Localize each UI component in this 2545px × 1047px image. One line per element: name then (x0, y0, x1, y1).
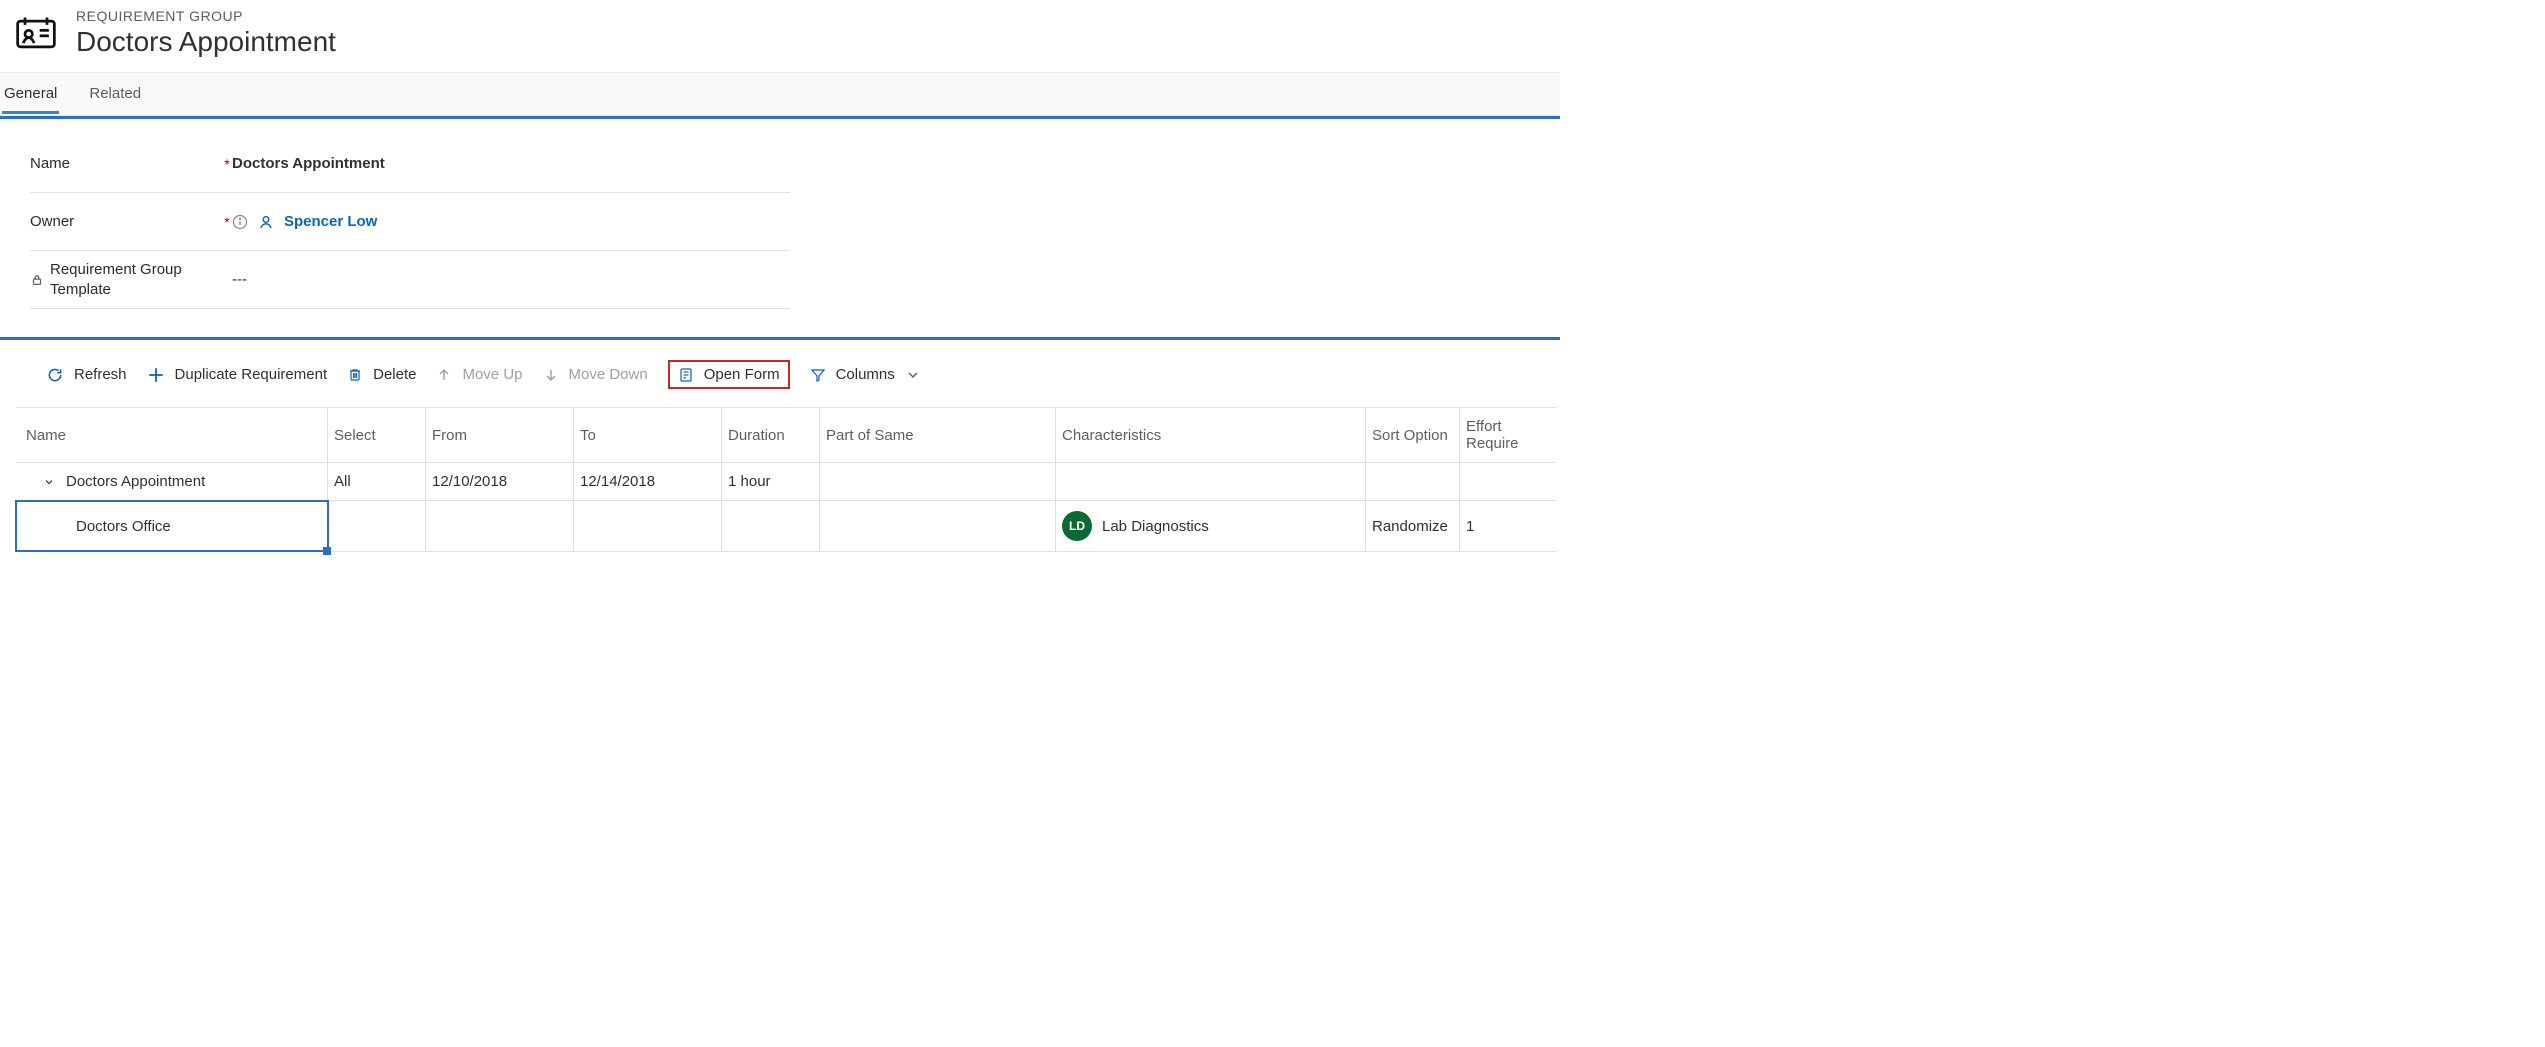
open-form-label: Open Form (704, 366, 780, 383)
cell-duration[interactable] (722, 501, 820, 551)
refresh-button[interactable]: Refresh (46, 366, 127, 384)
row-name: Doctors Office (76, 518, 171, 535)
row-name: Doctors Appointment (66, 473, 205, 490)
col-part-of-same[interactable]: Part of Same (820, 408, 1056, 462)
col-from[interactable]: From (426, 408, 574, 462)
col-sort-option[interactable]: Sort Option (1366, 408, 1460, 462)
required-indicator: * (222, 156, 232, 172)
cell-from[interactable] (426, 501, 574, 551)
lock-icon (30, 273, 44, 287)
move-down-label: Move Down (569, 366, 648, 383)
field-owner: Owner * Spencer Low (30, 193, 790, 251)
characteristic-value: Lab Diagnostics (1102, 518, 1209, 535)
tab-general[interactable]: General (2, 75, 59, 114)
cell-characteristics[interactable]: LD Lab Diagnostics (1056, 501, 1366, 551)
page-title: Doctors Appointment (76, 26, 336, 58)
grid-header-row: Name Select From To Duration Part of Sam… (16, 408, 1556, 463)
cell-name-selected[interactable]: Doctors Office (16, 501, 328, 551)
template-label: Requirement Group Template (50, 260, 222, 299)
info-icon (232, 214, 248, 230)
grid-row[interactable]: Doctors Appointment All 12/10/2018 12/14… (16, 463, 1556, 501)
cell-sort[interactable] (1366, 463, 1460, 500)
grid-row[interactable]: Doctors Office LD Lab Diagnostics Random… (16, 501, 1556, 552)
required-indicator: * (222, 214, 232, 230)
avatar: LD (1062, 511, 1092, 541)
duplicate-button[interactable]: Duplicate Requirement (147, 366, 328, 384)
field-template: Requirement Group Template --- (30, 251, 790, 309)
columns-label: Columns (836, 366, 895, 383)
cell-part-of-same[interactable] (820, 463, 1056, 500)
cell-name[interactable]: Doctors Appointment (16, 463, 328, 500)
cell-characteristics[interactable] (1056, 463, 1366, 500)
name-label: Name (30, 155, 70, 172)
cell-select[interactable] (328, 501, 426, 551)
delete-button[interactable]: Delete (347, 366, 416, 383)
col-name[interactable]: Name (16, 408, 328, 462)
move-down-button: Move Down (543, 366, 648, 383)
owner-label: Owner (30, 213, 74, 230)
col-effort-required[interactable]: Effort Require (1460, 408, 1552, 462)
owner-lookup-link[interactable]: Spencer Low (284, 213, 377, 230)
col-duration[interactable]: Duration (722, 408, 820, 462)
field-name: Name * Doctors Appointment (30, 135, 790, 193)
cell-effort[interactable] (1460, 463, 1552, 500)
template-value: --- (232, 271, 247, 288)
move-up-label: Move Up (462, 366, 522, 383)
requirements-grid: Name Select From To Duration Part of Sam… (16, 407, 1556, 552)
subgrid-toolbar: Refresh Duplicate Requirement Delete Mov… (0, 340, 1560, 407)
col-select[interactable]: Select (328, 408, 426, 462)
page-header: REQUIREMENT GROUP Doctors Appointment (0, 0, 1560, 72)
name-value[interactable]: Doctors Appointment (232, 155, 385, 172)
move-up-button: Move Up (436, 366, 522, 383)
cell-effort[interactable]: 1 (1460, 501, 1552, 551)
entity-badge-icon (14, 12, 58, 56)
entity-type-label: REQUIREMENT GROUP (76, 8, 336, 24)
chevron-down-icon (905, 367, 921, 383)
person-icon (258, 214, 274, 230)
tab-related[interactable]: Related (87, 75, 143, 114)
col-characteristics[interactable]: Characteristics (1056, 408, 1366, 462)
delete-label: Delete (373, 366, 416, 383)
cell-sort[interactable]: Randomize (1366, 501, 1460, 551)
cell-from[interactable]: 12/10/2018 (426, 463, 574, 500)
chevron-down-icon[interactable] (42, 476, 56, 488)
cell-part-of-same[interactable] (820, 501, 1056, 551)
form-section: Name * Doctors Appointment Owner * (0, 119, 790, 337)
cell-to[interactable] (574, 501, 722, 551)
columns-button[interactable]: Columns (810, 366, 921, 383)
cell-to[interactable]: 12/14/2018 (574, 463, 722, 500)
open-form-button[interactable]: Open Form (668, 360, 790, 389)
duplicate-label: Duplicate Requirement (175, 366, 328, 383)
col-to[interactable]: To (574, 408, 722, 462)
tab-bar: General Related (0, 72, 1560, 116)
refresh-label: Refresh (74, 366, 127, 383)
cell-duration[interactable]: 1 hour (722, 463, 820, 500)
cell-select[interactable]: All (328, 463, 426, 500)
